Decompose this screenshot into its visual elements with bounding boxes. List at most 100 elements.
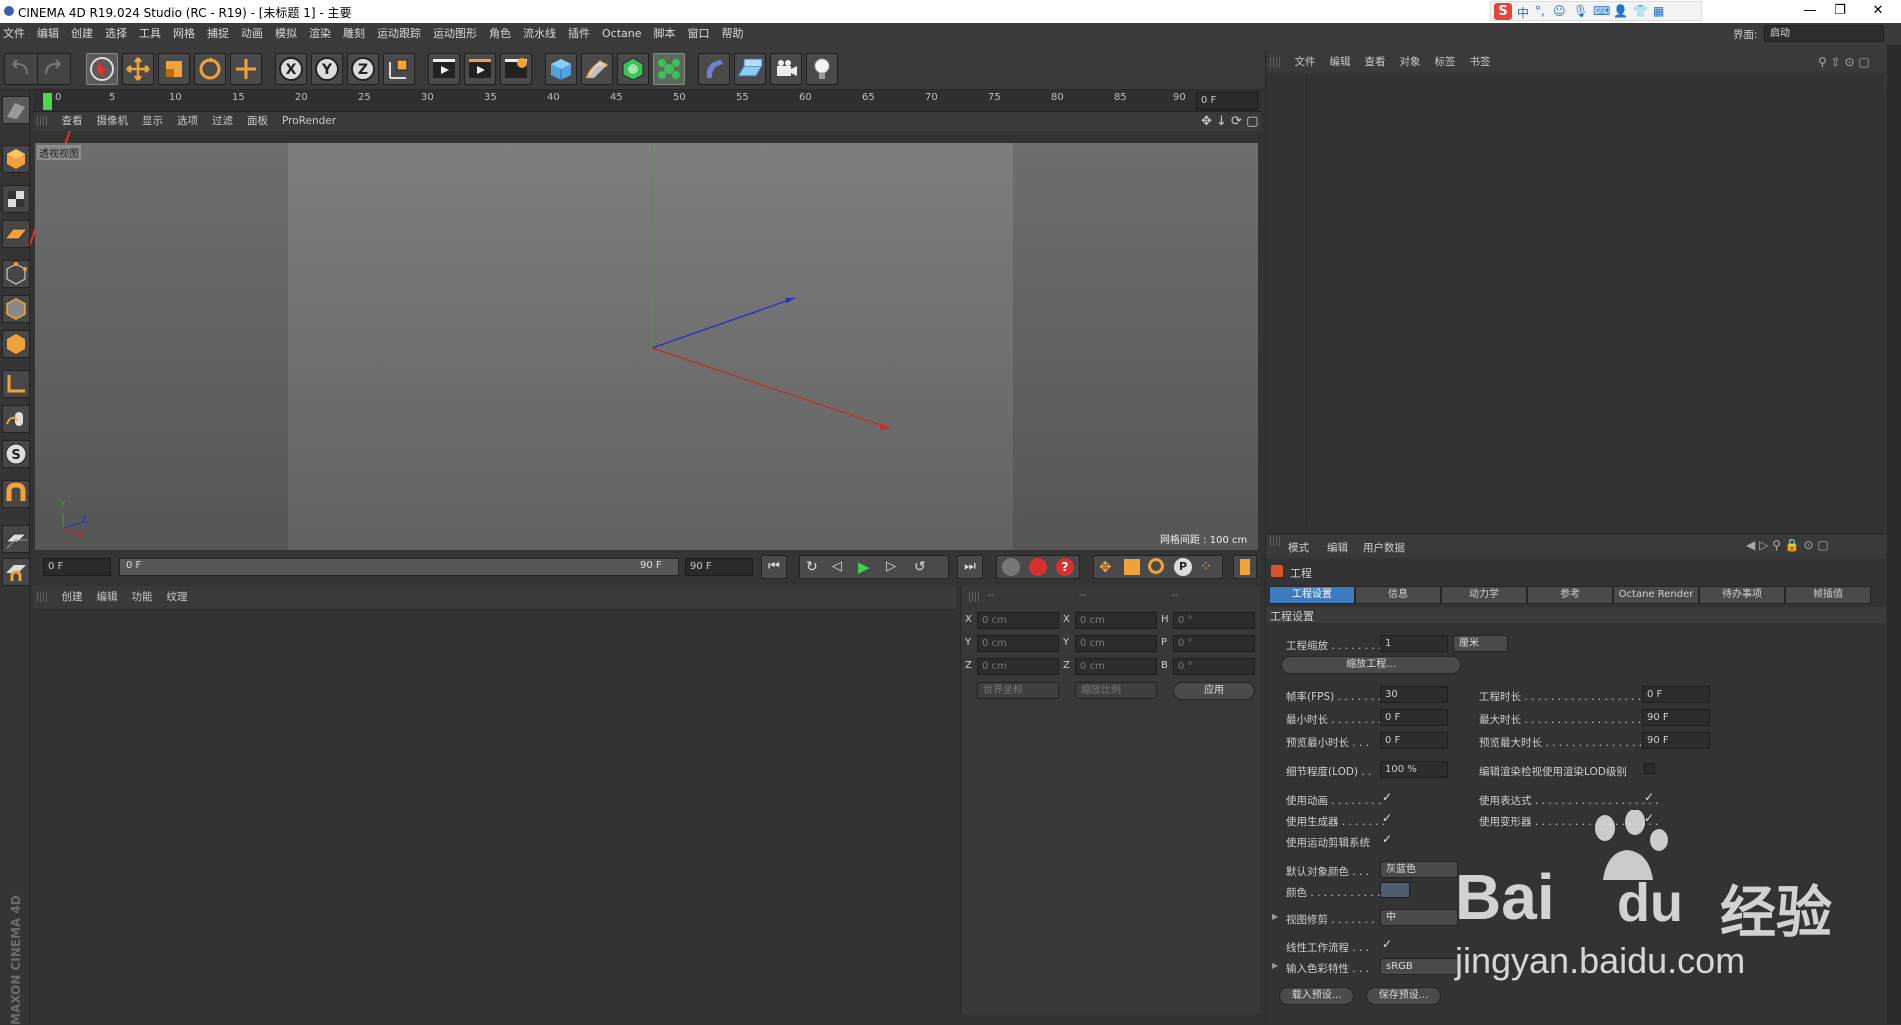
goto-start-icon[interactable]: ⏮ [761, 555, 787, 579]
tab-todo[interactable]: 待办事项 [1699, 586, 1785, 604]
use-expressions-checkbox[interactable]: ✓ [1644, 790, 1654, 804]
key-points-icon[interactable]: ⁘ [1200, 559, 1212, 575]
timeline-ruler[interactable]: 0 5 10 15 20 25 30 35 40 45 50 55 60 65 … [33, 90, 1261, 112]
tab-referencing[interactable]: 参考 [1527, 586, 1613, 604]
position-y-field[interactable]: 0 cm [977, 635, 1059, 652]
make-editable-icon[interactable] [2, 96, 30, 124]
menu-motion-tracker[interactable]: 运动跟踪 [371, 23, 427, 45]
scale-mode-select[interactable]: 缩放比例 [1075, 682, 1157, 699]
menu-edit[interactable]: 编辑 [31, 23, 65, 45]
goto-end-icon[interactable]: ⏭ [957, 555, 983, 579]
close-icon[interactable]: ✕ [1858, 2, 1898, 20]
viewport-menu-options[interactable]: 选项 [170, 112, 205, 131]
rotate-tool-icon[interactable] [194, 53, 226, 85]
objmgr-menu-file[interactable]: 文件 [1288, 50, 1323, 74]
apply-button[interactable]: 应用 [1173, 682, 1255, 700]
texture-mode-icon[interactable] [2, 185, 30, 213]
objmgr-menu-view[interactable]: 查看 [1358, 50, 1393, 74]
viewport-menu-display[interactable]: 显示 [135, 112, 170, 131]
workplane-mode-icon[interactable] [2, 220, 30, 248]
objmgr-menu-tags[interactable]: 标签 [1428, 50, 1463, 74]
preview-min-field[interactable]: 0 F [1380, 732, 1448, 749]
ime-toolbar[interactable]: S 中 °, ☺ 🎙 ⌨ 👤 👕 ▦ [1490, 1, 1702, 21]
rotation-h-field[interactable]: 0 ° [1173, 612, 1255, 629]
perspective-viewport[interactable]: 透视视图 Y Z X 网格间距 : 100 cm [35, 143, 1258, 550]
polygons-mode-icon[interactable] [2, 330, 30, 358]
viewport-menu-panel[interactable]: 面板 [240, 112, 275, 131]
edges-mode-icon[interactable] [2, 295, 30, 323]
menu-mesh[interactable]: 网格 [167, 23, 201, 45]
grid-lock-icon[interactable] [2, 525, 30, 553]
camera-icon[interactable] [770, 53, 802, 85]
menu-window[interactable]: 窗口 [682, 23, 716, 45]
prev-frame-icon[interactable]: ◁ [832, 559, 842, 574]
tab-info[interactable]: 信息 [1355, 586, 1441, 604]
attr-nav-icons[interactable]: ◀ ▷ ⚲ 🔒 ⊙ ▢ [1746, 538, 1829, 552]
position-z-field[interactable]: 0 cm [977, 658, 1059, 675]
menu-mograph[interactable]: 运动图形 [427, 23, 483, 45]
attr-menu-mode[interactable]: 模式 [1288, 540, 1309, 555]
subdivision-surface-icon[interactable] [617, 53, 649, 85]
render-settings-icon[interactable] [500, 53, 532, 85]
project-scale-field[interactable]: 1 [1380, 635, 1448, 652]
material-menu-function[interactable]: 功能 [125, 586, 160, 608]
linear-workflow-checkbox[interactable]: ✓ [1382, 937, 1392, 951]
viewport-menu-view[interactable]: 查看 [55, 112, 90, 131]
menu-plugins[interactable]: 插件 [562, 23, 596, 45]
menu-file[interactable]: 文件 [0, 23, 31, 45]
cube-primitive-icon[interactable] [545, 53, 577, 85]
world-coords-select[interactable]: 世界坐标 [977, 682, 1059, 699]
scale-tool-icon[interactable] [158, 53, 190, 85]
attr-menu-edit[interactable]: 编辑 [1327, 540, 1348, 555]
fps-field[interactable]: 30 [1380, 686, 1448, 703]
scale-project-button[interactable]: 缩放工程... [1281, 656, 1461, 674]
record-icon[interactable] [1029, 558, 1047, 576]
menu-tools[interactable]: 工具 [133, 23, 167, 45]
save-preset-button[interactable]: 保存预设... [1366, 987, 1441, 1005]
undo-button[interactable] [4, 53, 38, 85]
material-menu-texture[interactable]: 纹理 [160, 586, 195, 608]
load-preset-button[interactable]: 载入预设... [1279, 987, 1354, 1005]
x-axis-lock-icon[interactable]: X [275, 53, 307, 85]
expand-arrow-icon-2[interactable]: ▶ [1272, 961, 1278, 970]
objmgr-nav-icons[interactable]: ⚲ ⇧ ⊙ ▢ [1818, 55, 1870, 69]
coordinate-system-icon[interactable] [383, 53, 415, 85]
rotation-b-field[interactable]: 0 ° [1173, 658, 1255, 675]
layout-select[interactable]: 启动 [1764, 25, 1884, 42]
use-motion-clip-checkbox[interactable]: ✓ [1382, 832, 1392, 846]
snap-icon[interactable]: S [2, 440, 30, 468]
use-animation-checkbox[interactable]: ✓ [1382, 790, 1392, 804]
next-frame-icon[interactable]: ▷ [886, 559, 896, 574]
rotation-p-field[interactable]: 0 ° [1173, 635, 1255, 652]
locked-workplane-icon[interactable] [2, 558, 30, 586]
light-icon[interactable] [806, 53, 838, 85]
anim-range-slider[interactable]: 0 F 90 F [119, 558, 679, 576]
input-color-profile-select[interactable]: sRGB [1380, 958, 1458, 975]
tab-dynamics[interactable]: 动力学 [1441, 586, 1527, 604]
key-rotation-icon[interactable] [1148, 558, 1164, 574]
objmgr-menu-edit[interactable]: 编辑 [1323, 50, 1358, 74]
move-tool-icon[interactable] [122, 53, 154, 85]
model-mode-icon[interactable] [2, 145, 30, 173]
size-y-field[interactable]: 0 cm [1075, 635, 1157, 652]
menu-sculpt[interactable]: 雕刻 [337, 23, 371, 45]
project-scale-unit-select[interactable]: 厘米 [1453, 635, 1508, 652]
menu-help[interactable]: 帮助 [716, 23, 750, 45]
viewport-nav-icons[interactable]: ✥ ↓ ⟳ ▢ [1201, 114, 1258, 129]
key-position-icon[interactable]: ✥ [1099, 558, 1112, 576]
view-clipping-select[interactable]: 中 [1380, 909, 1458, 926]
floor-environment-icon[interactable] [734, 53, 766, 85]
menu-simulate[interactable]: 模拟 [269, 23, 303, 45]
menu-snap[interactable]: 捕捉 [201, 23, 235, 45]
render-lod-checkbox[interactable] [1644, 763, 1655, 774]
menu-octane[interactable]: Octane [596, 23, 648, 45]
playhead-marker[interactable] [43, 93, 52, 110]
viewport-menu-filter[interactable]: 过滤 [205, 112, 240, 131]
objmgr-menu-bookmarks[interactable]: 书签 [1463, 50, 1498, 74]
viewport-menu-cameras[interactable]: 摄像机 [90, 112, 136, 131]
use-generators-checkbox[interactable]: ✓ [1382, 811, 1392, 825]
current-frame-field[interactable]: 0 F [1196, 92, 1258, 110]
tab-key-interpolation[interactable]: 帧插值 [1785, 586, 1871, 604]
live-selection-icon[interactable] [230, 53, 262, 85]
key-scale-icon[interactable] [1124, 559, 1140, 575]
